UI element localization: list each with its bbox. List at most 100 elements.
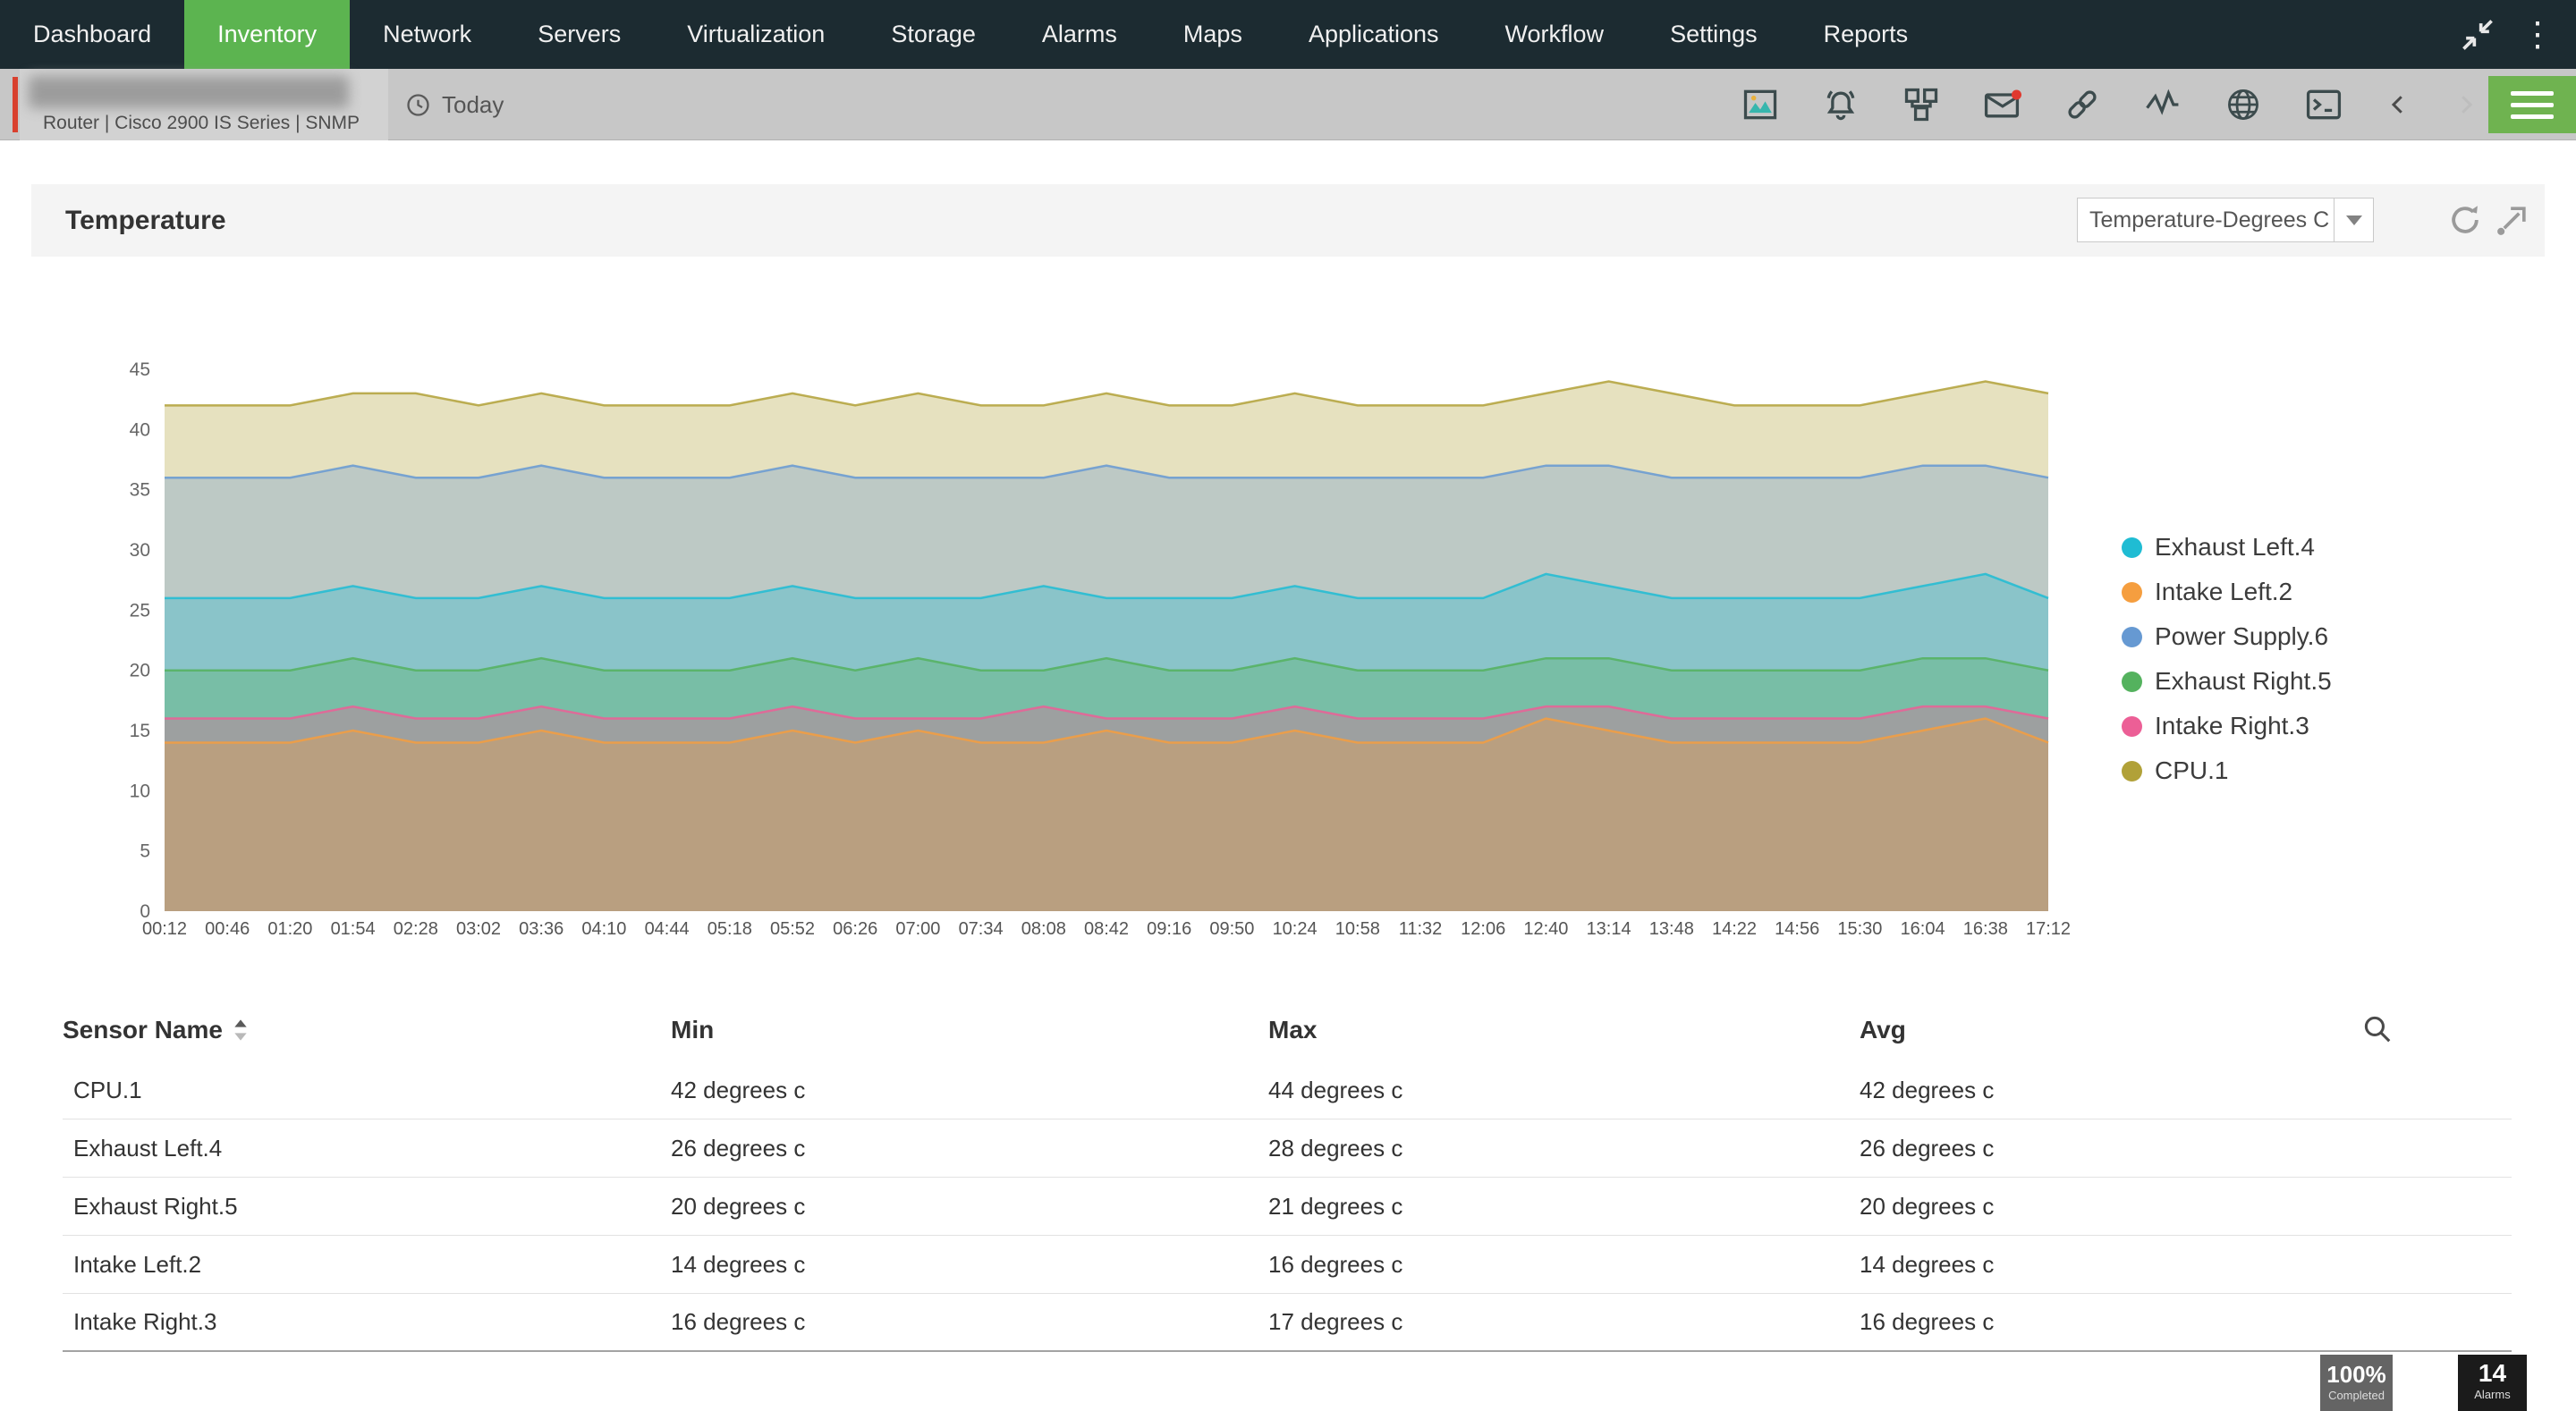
table-header: Sensor Name Min Max Avg	[63, 999, 2512, 1061]
alarm-count: 14	[2478, 1359, 2507, 1387]
svg-text:01:20: 01:20	[267, 919, 312, 939]
legend-label: Intake Left.2	[2155, 578, 2293, 605]
legend-label: Exhaust Right.5	[2155, 667, 2332, 695]
alarm-count-badge[interactable]: 14 Alarms	[2458, 1355, 2527, 1411]
cell-name: Exhaust Left.4	[73, 1134, 223, 1162]
nav-item-inventory[interactable]: Inventory	[184, 0, 351, 69]
nav-item-settings[interactable]: Settings	[1637, 0, 1791, 69]
table-row: CPU.1 42 degrees c 44 degrees c 42 degrees …	[63, 1061, 2512, 1120]
device-tab[interactable]: Router | Cisco 2900 IS Series | SNMP	[20, 69, 388, 140]
metric-dropdown-value: Temperature-Degrees C	[2089, 207, 2330, 232]
alarm-label: Alarms	[2474, 1388, 2511, 1401]
kebab-menu-icon[interactable]: ⋮	[2521, 18, 2555, 52]
legend-dot	[2122, 581, 2142, 603]
metric-dropdown[interactable]: Temperature-Degrees C	[2077, 198, 2374, 242]
svg-text:14:56: 14:56	[1775, 919, 1819, 939]
svg-text:12:06: 12:06	[1461, 919, 1505, 939]
discovery-boxes-icon[interactable]	[1902, 85, 1941, 124]
nav-item-reports[interactable]: Reports	[1791, 0, 1942, 69]
svg-text:10: 10	[130, 781, 150, 801]
nav-item-storage[interactable]: Storage	[858, 0, 1009, 69]
terminal-icon[interactable]	[2304, 85, 2343, 124]
time-filter[interactable]: Today	[404, 69, 504, 140]
legend-item-exhaust-left-4[interactable]: Exhaust Left.4	[2122, 525, 2332, 570]
link-icon[interactable]	[2063, 85, 2102, 124]
svg-text:04:44: 04:44	[645, 919, 690, 939]
chart-legend: Exhaust Left.4 Intake Left.2 Power Supply.…	[2122, 525, 2332, 793]
header-avg-label: Avg	[1860, 1016, 1906, 1043]
nav-item-virtualization[interactable]: Virtualization	[654, 0, 858, 69]
chevron-down-icon[interactable]	[2334, 199, 2373, 241]
svg-text:03:02: 03:02	[456, 919, 501, 939]
header-min[interactable]: Min	[671, 1016, 1268, 1044]
nav-item-network[interactable]: Network	[350, 0, 504, 69]
chevron-right-icon[interactable]	[2453, 85, 2479, 124]
svg-text:5: 5	[140, 841, 150, 862]
legend-dot	[2122, 715, 2142, 737]
sparkline-icon[interactable]	[2143, 85, 2182, 124]
chart-image-icon[interactable]	[1741, 85, 1780, 124]
svg-text:14:22: 14:22	[1712, 919, 1757, 939]
cell-max: 44 degrees c	[1268, 1076, 1403, 1103]
legend-dot	[2122, 671, 2142, 692]
header-sensor-name[interactable]: Sensor Name	[63, 1016, 671, 1044]
cell-name: Intake Left.2	[73, 1250, 202, 1278]
legend-item-power-supply-6[interactable]: Power Supply.6	[2122, 614, 2332, 659]
sort-icon[interactable]	[231, 1017, 250, 1043]
nav-item-alarms[interactable]: Alarms	[1009, 0, 1150, 69]
device-type-label: Router | Cisco 2900 IS Series | SNMP	[43, 113, 360, 133]
legend-item-cpu-1[interactable]: CPU.1	[2122, 748, 2332, 793]
widget-title: Temperature	[65, 205, 226, 235]
cell-name: CPU.1	[73, 1076, 142, 1103]
cell-min: 42 degrees c	[671, 1076, 806, 1103]
legend-item-exhaust-right-5[interactable]: Exhaust Right.5	[2122, 659, 2332, 704]
nav-item-servers[interactable]: Servers	[504, 0, 654, 69]
svg-text:08:08: 08:08	[1021, 919, 1066, 939]
nav-item-workflow[interactable]: Workflow	[1472, 0, 1638, 69]
nav-item-applications[interactable]: Applications	[1275, 0, 1472, 69]
header-min-label: Min	[671, 1016, 715, 1043]
legend-dot	[2122, 760, 2142, 782]
header-sensor-name-label: Sensor Name	[63, 1016, 223, 1043]
legend-label: Exhaust Left.4	[2155, 533, 2316, 561]
svg-text:01:54: 01:54	[331, 919, 376, 939]
legend-label: CPU.1	[2155, 756, 2229, 784]
svg-text:05:52: 05:52	[770, 919, 815, 939]
legend-item-intake-left-2[interactable]: Intake Left.2	[2122, 570, 2332, 614]
svg-text:30: 30	[130, 540, 150, 561]
menu-icon[interactable]	[2488, 76, 2576, 133]
legend-label: Intake Right.3	[2155, 712, 2309, 739]
time-filter-label: Today	[442, 90, 504, 118]
search-icon[interactable]	[2360, 1011, 2395, 1047]
cell-max: 17 degrees c	[1268, 1308, 1403, 1335]
progress-label: Completed	[2328, 1389, 2385, 1402]
table-row: Exhaust Left.4 26 degrees c 28 degrees c 26…	[63, 1120, 2512, 1178]
refresh-button[interactable]	[2445, 200, 2485, 240]
globe-icon[interactable]	[2224, 85, 2263, 124]
mail-icon[interactable]	[1982, 85, 2021, 124]
progress-badge: 100% Completed	[2320, 1355, 2393, 1411]
top-nav-items: Dashboard Inventory Network Servers Virtuali…	[0, 0, 1941, 69]
sensor-table: Sensor Name Min Max Avg CPU.1 42 degrees …	[63, 999, 2512, 1352]
header-max[interactable]: Max	[1268, 1016, 1860, 1044]
alarm-bell-icon[interactable]	[1821, 85, 1860, 124]
legend-dot	[2122, 626, 2142, 647]
chevron-left-icon[interactable]	[2385, 85, 2411, 124]
cell-avg: 20 degrees c	[1860, 1192, 1995, 1220]
export-icon[interactable]	[2493, 200, 2532, 240]
cell-min: 26 degrees c	[671, 1134, 806, 1162]
legend-item-intake-right-3[interactable]: Intake Right.3	[2122, 704, 2332, 748]
svg-text:15: 15	[130, 721, 150, 741]
nav-item-dashboard[interactable]: Dashboard	[0, 0, 184, 69]
svg-text:07:34: 07:34	[959, 919, 1004, 939]
cell-avg: 14 degrees c	[1860, 1250, 1995, 1278]
collapse-icon[interactable]	[2458, 15, 2497, 55]
svg-text:06:26: 06:26	[833, 919, 877, 939]
cell-min: 14 degrees c	[671, 1250, 806, 1278]
legend-dot	[2122, 537, 2142, 558]
svg-text:45: 45	[130, 359, 150, 380]
nav-item-maps[interactable]: Maps	[1150, 0, 1275, 69]
cell-avg: 16 degrees c	[1860, 1308, 1995, 1335]
table-row: Intake Left.2 14 degrees c 16 degrees c 14 …	[63, 1236, 2512, 1294]
header-avg[interactable]: Avg	[1860, 1016, 2512, 1044]
